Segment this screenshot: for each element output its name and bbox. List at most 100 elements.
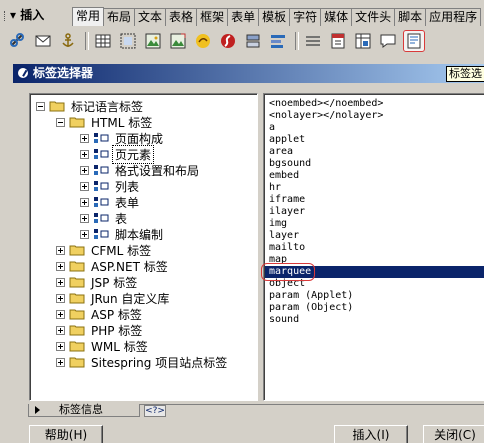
tree-html-child-6[interactable]: 脚本编制 <box>80 226 163 242</box>
close-button[interactable]: 关闭(C) <box>423 425 484 443</box>
tree-label: 表 <box>115 211 128 226</box>
tab-6[interactable]: 模板 <box>258 8 291 26</box>
tree-html-child-1[interactable]: 页元素 <box>80 144 155 164</box>
help-button[interactable]: 帮助(H) <box>29 425 103 443</box>
image-icon[interactable] <box>143 31 163 51</box>
navigation-bar-icon[interactable] <box>268 31 288 51</box>
folder-icon <box>69 357 85 368</box>
tree-group-7[interactable]: Sitespring 项目站点标签 <box>56 354 227 370</box>
tree-group-1[interactable]: ASP.NET 标签 <box>56 258 168 274</box>
tag-list[interactable]: <noembed></noembed> <nolayer></nolayer> a a… <box>263 93 484 401</box>
folder-icon <box>69 117 85 128</box>
folder-icon <box>69 245 85 256</box>
image-placeholder-icon[interactable] <box>168 31 188 51</box>
expand-icon[interactable] <box>80 165 89 175</box>
expand-icon[interactable] <box>80 213 89 223</box>
tag-list-item[interactable]: <noembed></noembed> <box>269 98 383 110</box>
tag-list-item[interactable]: mailto <box>269 242 305 254</box>
tag-list-item[interactable]: param (Object) <box>269 302 353 314</box>
expand-icon[interactable] <box>80 197 89 207</box>
insert-button[interactable]: 插入(I) <box>334 425 408 443</box>
tag-list-item[interactable]: layer <box>269 230 299 242</box>
tree-group-4[interactable]: ASP 标签 <box>56 306 142 322</box>
expand-icon[interactable] <box>56 293 65 303</box>
expand-icon[interactable] <box>80 181 89 191</box>
expand-icon[interactable] <box>56 261 65 271</box>
dialog-titlebar[interactable]: 标签选择器 <box>13 64 484 83</box>
dreamweaver-app-icon <box>16 66 30 80</box>
tag-list-item[interactable]: hr <box>269 182 281 194</box>
tag-list-item[interactable]: embed <box>269 170 299 182</box>
tree-group-3[interactable]: JRun 自定义库 <box>56 290 169 306</box>
tab-11[interactable]: 应用程序 <box>425 8 482 26</box>
hyperlink-icon[interactable] <box>8 31 28 51</box>
tree-group-6[interactable]: WML 标签 <box>56 338 148 354</box>
collapse-icon[interactable] <box>36 101 45 111</box>
tag-list-item[interactable]: <nolayer></nolayer> <box>269 110 383 122</box>
tag-info-toggle[interactable]: 标签信息 <box>28 404 140 417</box>
expand-icon[interactable] <box>80 229 89 239</box>
tag-list-item[interactable]: sound <box>269 314 299 326</box>
tab-7[interactable]: 字符 <box>289 8 322 26</box>
table-icon[interactable] <box>93 31 113 51</box>
tooltip: 标签选 <box>446 66 484 82</box>
comment-icon[interactable] <box>378 31 398 51</box>
tree-group-5[interactable]: PHP 标签 <box>56 322 142 338</box>
expand-icon[interactable] <box>80 133 89 143</box>
expand-icon[interactable] <box>56 341 65 351</box>
tag-category-tree[interactable]: 标记语言标签 HTML 标签 页面构成 页元素 格式设置和布局 列表 表单表脚本编制 CFML… <box>29 93 258 401</box>
expand-icon[interactable] <box>80 149 89 159</box>
tag-list-item[interactable]: param (Applet) <box>269 290 353 302</box>
tab-8[interactable]: 媒体 <box>320 8 353 26</box>
tab-10[interactable]: 脚本 <box>394 8 427 26</box>
tree-group-2[interactable]: JSP 标签 <box>56 274 137 290</box>
email-link-icon[interactable] <box>33 31 53 51</box>
tab-5[interactable]: 表单 <box>227 8 260 26</box>
expand-icon[interactable] <box>56 357 65 367</box>
tag-list-item[interactable]: bgsound <box>269 158 311 170</box>
collapse-icon[interactable] <box>56 117 65 127</box>
tag-list-item[interactable]: map <box>269 254 287 266</box>
tag-list-item[interactable]: iframe <box>269 194 305 206</box>
reference-icon[interactable]: <?> <box>144 405 166 417</box>
insert-panel-header[interactable]: ▾ 插入 <box>4 6 44 23</box>
tree-root-markup-tags[interactable]: 标记语言标签 <box>36 98 143 114</box>
tag-list-item[interactable]: object <box>269 278 305 290</box>
tag-group-icon <box>94 149 109 159</box>
panel-grip[interactable] <box>4 10 7 21</box>
tab-4[interactable]: 框架 <box>196 8 229 26</box>
flash-icon[interactable] <box>218 31 238 51</box>
tree-label: 格式设置和布局 <box>115 163 200 178</box>
tab-0[interactable]: 常用 <box>72 7 105 26</box>
tag-list-item[interactable]: applet <box>269 134 305 146</box>
tree-html-child-5[interactable]: 表 <box>80 210 127 226</box>
tree-html-child-2[interactable]: 格式设置和布局 <box>80 162 199 178</box>
fireworks-html-icon[interactable] <box>193 31 213 51</box>
date-icon[interactable] <box>328 31 348 51</box>
expand-icon[interactable] <box>56 277 65 287</box>
rollover-image-icon[interactable] <box>243 31 263 51</box>
tree-html-tags[interactable]: HTML 标签 <box>56 114 152 130</box>
tab-1[interactable]: 布局 <box>103 8 136 26</box>
tab-3[interactable]: 表格 <box>165 8 198 26</box>
tag-chooser-icon[interactable] <box>403 30 425 52</box>
expand-icon[interactable] <box>56 309 65 319</box>
tag-list-item[interactable]: a <box>269 122 275 134</box>
tree-html-child-3[interactable]: 列表 <box>80 178 139 194</box>
tree-label: ASP.NET 标签 <box>91 259 168 274</box>
named-anchor-icon[interactable] <box>58 31 78 51</box>
tree-label: JSP 标签 <box>91 275 138 290</box>
layer-icon[interactable] <box>118 31 138 51</box>
tabular-data-icon[interactable] <box>353 31 373 51</box>
tag-list-item[interactable]: img <box>269 218 287 230</box>
tree-group-0[interactable]: CFML 标签 <box>56 242 151 258</box>
tag-list-item[interactable]: ilayer <box>269 206 305 218</box>
tag-list-item[interactable]: marquee <box>265 266 484 278</box>
tab-2[interactable]: 文本 <box>134 8 167 26</box>
tag-list-item[interactable]: area <box>269 146 293 158</box>
expand-icon[interactable] <box>56 325 65 335</box>
horizontal-rule-icon[interactable] <box>303 31 323 51</box>
tree-html-child-4[interactable]: 表单 <box>80 194 139 210</box>
tab-9[interactable]: 文件头 <box>351 8 396 26</box>
expand-icon[interactable] <box>56 245 65 255</box>
